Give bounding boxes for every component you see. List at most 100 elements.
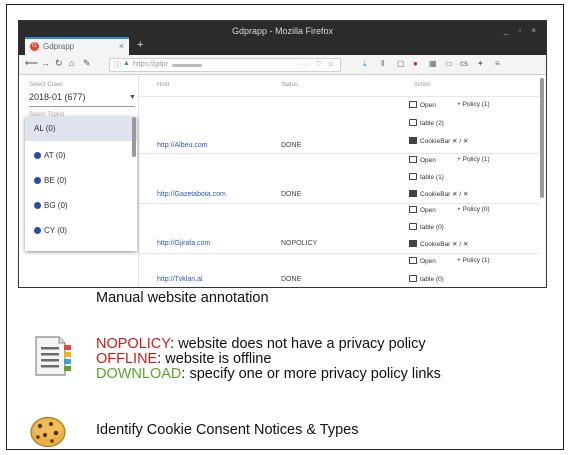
open-button[interactable]: Open — [409, 257, 436, 265]
screenshot-icon[interactable]: ▭ — [445, 59, 453, 68]
table-icon — [409, 119, 417, 126]
status-value: DONE — [281, 142, 302, 149]
status-value: DONE — [281, 191, 302, 198]
reload-icon[interactable]: ↻ — [55, 58, 63, 69]
url-redacted — [172, 64, 202, 67]
nopolicy-text: : website does not have a privacy policy — [170, 336, 426, 352]
nav-bar: ⟵ → ↻ ⌂ ✎ ⓘ ▲ https://gdpr ··· ♡ ☆ ⤓ ‖ ▢… — [19, 55, 546, 75]
add-policy-button[interactable]: + Policy (1) — [457, 101, 490, 108]
page-scrollbar[interactable] — [540, 78, 544, 198]
open-button[interactable]: Open — [409, 101, 436, 109]
nopolicy-note: NOPOLICY: website does not have a privac… — [96, 337, 426, 352]
table-button[interactable]: table (0) — [409, 223, 444, 231]
cookiebar-button[interactable]: CookieBar ✕ / ✕ — [409, 137, 468, 145]
shield-icon[interactable]: ● — [413, 59, 418, 68]
cookiebar-label: CookieBar — [420, 241, 451, 248]
cookiebar-actions[interactable]: ✕ / ✕ — [452, 138, 468, 145]
host-link[interactable]: http://Gjirafa.com — [157, 240, 210, 247]
menu-icon[interactable]: ≡ — [495, 59, 500, 68]
page-actions-icon[interactable]: ··· ♡ ☆ — [299, 60, 336, 68]
cookie-icon — [30, 416, 66, 448]
open-button[interactable]: Open — [409, 206, 436, 214]
window-title: Gdprapp - Mozilla Firefox — [231, 26, 334, 36]
info-icon[interactable]: ⓘ — [114, 60, 121, 70]
download-icon[interactable]: ⤓ — [363, 59, 367, 69]
cookie-consent-caption: Identify Cookie Consent Notices & Types — [96, 422, 359, 438]
table-label: table (1) — [420, 174, 444, 181]
offline-keyword: OFFLINE — [96, 351, 158, 367]
cookiebar-button[interactable]: CookieBar ✕ / ✕ — [409, 240, 468, 248]
dropdown-option[interactable]: BG (0) — [25, 194, 137, 218]
open-label: Open — [420, 207, 436, 214]
title-bar: Gdprapp - Mozilla Firefox _ ▫ × G Gdprap… — [19, 21, 546, 55]
header-separator — [139, 96, 539, 97]
dropdown-option[interactable]: CY (0) — [25, 219, 137, 243]
new-tab-button[interactable]: + — [137, 39, 143, 51]
open-button[interactable]: Open — [409, 156, 436, 164]
window-controls[interactable]: _ ▫ × — [504, 26, 540, 35]
document-list-icon — [35, 336, 71, 376]
firefox-tab-icon: G — [30, 42, 39, 51]
table-icon — [409, 223, 417, 230]
dropdown-option[interactable]: AT (0) — [25, 144, 137, 168]
dropdown-option[interactable]: BE (0) — [25, 169, 137, 193]
download-note: DOWNLOAD: specify one or more privacy po… — [96, 367, 441, 382]
cookiebar-actions[interactable]: ✕ / ✕ — [452, 241, 468, 248]
add-policy-button[interactable]: + Policy (1) — [457, 257, 490, 264]
addon-icon[interactable]: ✦ — [477, 59, 484, 68]
cookiebar-button[interactable]: CookieBar ✕ / ✕ — [409, 190, 468, 198]
row-separator — [139, 203, 539, 204]
add-policy-button[interactable]: + Policy (0) — [457, 206, 490, 213]
tab-label: Gdprapp — [43, 42, 75, 51]
library-icon[interactable]: ‖ — [381, 59, 384, 68]
cookiebar-actions[interactable]: ✕ / ✕ — [452, 191, 468, 198]
table-label: table (2) — [420, 120, 444, 127]
flag-icon — [34, 177, 41, 184]
open-icon — [409, 156, 417, 163]
policy-label: Policy (1) — [462, 101, 490, 108]
host-header: Host — [157, 82, 170, 88]
table-label: table (0) — [420, 276, 444, 283]
sidebar-icon[interactable]: ▢ — [397, 59, 405, 68]
table-icon — [409, 275, 417, 282]
option-label: BG (0) — [44, 201, 68, 210]
flag-icon — [34, 152, 41, 159]
chevron-down-icon[interactable]: ▼ — [129, 94, 136, 101]
grid-icon[interactable]: ▦ — [429, 59, 437, 68]
table-button[interactable]: table (2) — [409, 119, 444, 127]
open-label: Open — [420, 157, 436, 164]
forward-icon[interactable]: → — [41, 58, 50, 68]
dropdown-scrollbar[interactable] — [132, 117, 136, 157]
select-underline — [29, 106, 135, 107]
dropdown-option[interactable]: AL (0) — [25, 117, 137, 141]
download-text: : specify one or more privacy policy lin… — [181, 366, 441, 382]
host-link[interactable]: http://Albeu.com — [157, 142, 208, 149]
nopolicy-keyword: NOPOLICY — [96, 336, 171, 352]
table-button[interactable]: table (1) — [409, 173, 444, 181]
download-keyword: DOWNLOAD — [96, 366, 182, 382]
toplist-dropdown: AL (0) AT (0) BE (0) BG (0) CY (0) — [25, 117, 137, 251]
settings-icon[interactable]: ✎ — [83, 58, 91, 69]
host-link[interactable]: http://Tvklan.al — [157, 276, 203, 283]
row-separator — [139, 153, 539, 154]
flag-icon — [34, 202, 41, 209]
add-policy-button[interactable]: + Policy (1) — [457, 156, 490, 163]
back-icon[interactable]: ⟵ — [25, 58, 38, 69]
host-link[interactable]: http://Gazetabota.com — [157, 191, 226, 198]
table-button[interactable]: table (0) — [409, 275, 444, 283]
browser-window: Gdprapp - Mozilla Firefox _ ▫ × G Gdprap… — [18, 20, 547, 288]
open-icon — [409, 101, 417, 108]
home-icon[interactable]: ⌂ — [69, 58, 74, 68]
select-crawl-value[interactable]: 2018-01 (677) — [29, 92, 86, 102]
extension-icon[interactable]: cs — [460, 59, 468, 68]
open-label: Open — [420, 102, 436, 109]
browser-tab[interactable]: G Gdprapp × — [25, 37, 129, 55]
gdprapp-page: Select Crawl 2018-01 (677) ▼ Select Topl… — [19, 76, 546, 287]
url-bar[interactable]: ⓘ ▲ https://gdpr ··· ♡ ☆ — [109, 58, 341, 72]
offline-text: : website is offline — [157, 351, 272, 367]
cookiebar-label: CookieBar — [420, 191, 451, 198]
option-label: CY (0) — [44, 226, 67, 235]
policy-label: Policy (1) — [462, 257, 490, 264]
close-tab-icon[interactable]: × — [119, 41, 124, 51]
action-header: Action — [414, 82, 431, 88]
